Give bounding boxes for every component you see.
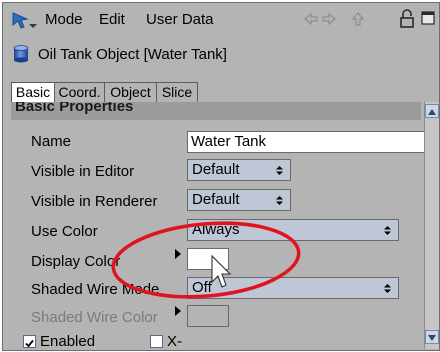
use-color-value: Always bbox=[192, 221, 240, 238]
scroll-up-button[interactable] bbox=[425, 104, 439, 118]
updown-arrow-icon bbox=[276, 166, 283, 175]
visible-in-renderer-dropdown[interactable]: Default bbox=[187, 189, 291, 211]
use-color-dropdown[interactable]: Always bbox=[187, 219, 399, 241]
up-arrow-icon bbox=[428, 109, 436, 115]
lock-icon[interactable] bbox=[398, 9, 416, 29]
tab-slice[interactable]: Slice bbox=[156, 82, 198, 103]
menu-mode[interactable]: Mode bbox=[45, 11, 83, 28]
checkmark-icon bbox=[25, 339, 34, 348]
menu-user-data[interactable]: User Data bbox=[146, 11, 214, 28]
object-title: Oil Tank Object [Water Tank] bbox=[38, 46, 227, 63]
xray-checkbox[interactable] bbox=[150, 335, 163, 348]
shaded-wire-mode-dropdown[interactable]: Off bbox=[187, 277, 399, 299]
xray-label: X-Ray bbox=[167, 333, 182, 350]
shaded-wire-color-swatch[interactable] bbox=[187, 305, 229, 327]
section-header: Basic Properties bbox=[11, 102, 421, 120]
vertical-scrollbar[interactable] bbox=[424, 102, 439, 349]
scroll-down-button[interactable] bbox=[425, 330, 439, 344]
forward-arrow-icon[interactable] bbox=[321, 11, 337, 27]
attribute-manager: Mode Edit User Data Oil Tank Object [Wat… bbox=[2, 2, 440, 351]
object-header: Oil Tank Object [Water Tank] bbox=[3, 37, 439, 70]
menu-edit[interactable]: Edit bbox=[99, 11, 125, 28]
up-arrow-icon[interactable] bbox=[350, 11, 366, 27]
visible-in-renderer-label: Visible in Renderer bbox=[31, 193, 158, 210]
tab-coord[interactable]: Coord. bbox=[54, 82, 105, 103]
tab-basic[interactable]: Basic bbox=[11, 82, 55, 103]
visible-in-editor-value: Default bbox=[192, 161, 240, 178]
visible-in-renderer-value: Default bbox=[192, 191, 240, 208]
updown-arrow-icon bbox=[276, 196, 283, 205]
back-arrow-icon[interactable] bbox=[303, 11, 319, 27]
tab-object[interactable]: Object bbox=[104, 82, 157, 103]
new-window-icon[interactable] bbox=[420, 10, 436, 26]
name-label: Name bbox=[31, 133, 72, 150]
enabled-checkbox[interactable] bbox=[23, 335, 36, 348]
name-input[interactable]: Water Tank bbox=[187, 131, 429, 153]
oil-tank-icon bbox=[13, 45, 29, 63]
arrow-cursor-icon bbox=[12, 12, 37, 29]
shaded-wire-mode-value: Off bbox=[192, 279, 212, 296]
updown-arrow-icon bbox=[384, 226, 391, 235]
shaded-wire-mode-label: Shaded Wire Mode bbox=[31, 281, 160, 298]
display-color-label: Display Color bbox=[31, 253, 121, 270]
menu-bar: Mode Edit User Data bbox=[3, 3, 439, 37]
shaded-wire-color-label: Shaded Wire Color bbox=[31, 309, 158, 326]
visible-in-editor-dropdown[interactable]: Default bbox=[187, 159, 291, 181]
down-arrow-icon bbox=[428, 335, 436, 341]
expand-triangle-icon[interactable] bbox=[175, 249, 181, 259]
enabled-label: Enabled bbox=[40, 333, 96, 350]
use-color-label: Use Color bbox=[31, 223, 98, 240]
section-title: Basic Properties bbox=[15, 102, 134, 115]
visible-in-editor-label: Visible in Editor bbox=[31, 163, 135, 180]
display-color-swatch[interactable] bbox=[187, 248, 229, 270]
updown-arrow-icon bbox=[384, 284, 391, 293]
expand-triangle-icon[interactable] bbox=[175, 306, 181, 316]
